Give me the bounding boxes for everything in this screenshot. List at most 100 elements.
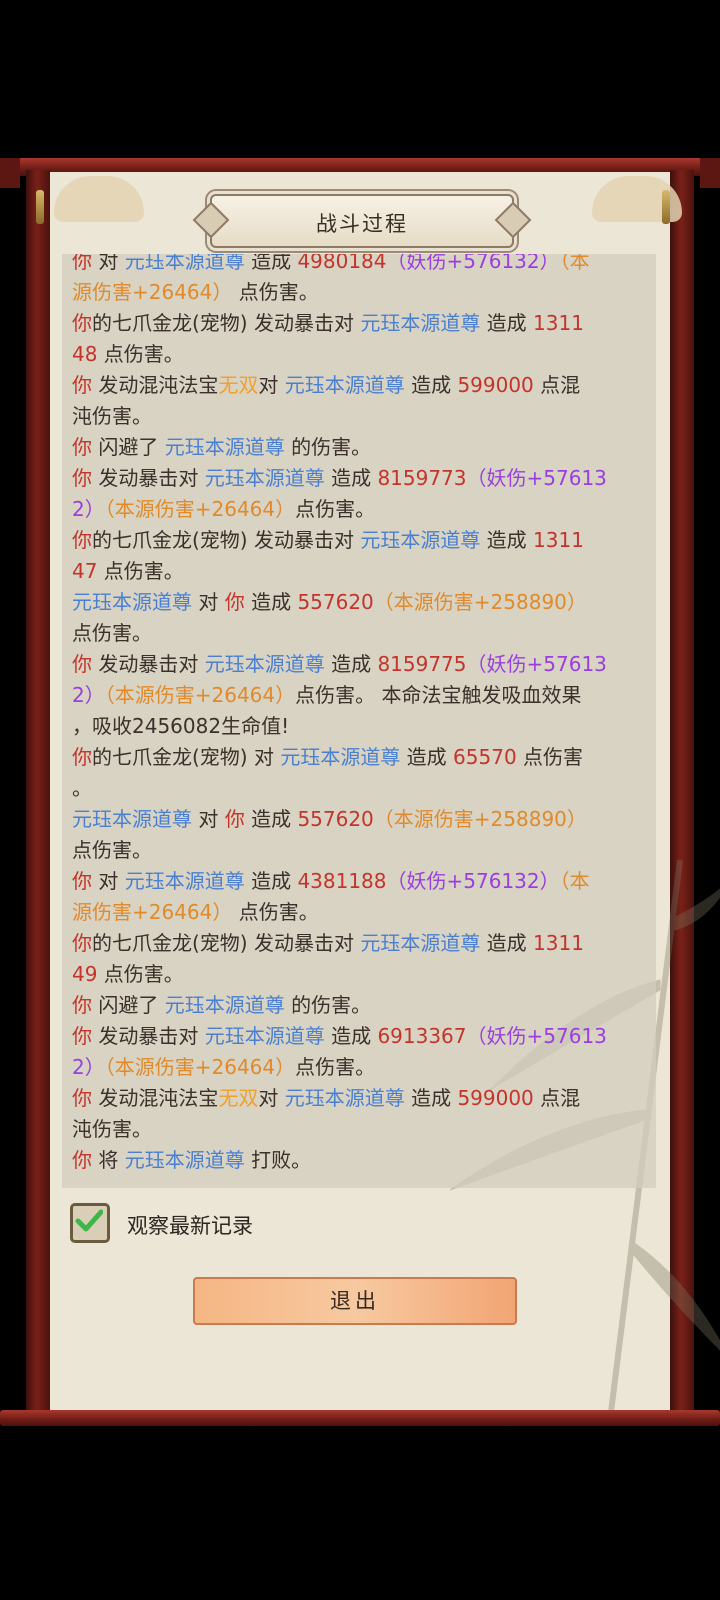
log-segment: 元珏本源道尊 xyxy=(164,993,285,1017)
log-segment: 的七爪金龙(宠物) 发动暴击对 xyxy=(92,311,361,335)
log-segment: 造成 xyxy=(244,590,298,614)
battle-log-panel[interactable]: 你 对 元珏本源道尊 造成 4980184（妖伤+576132）（本 源伤害+26… xyxy=(62,254,656,1188)
log-line: 你的七爪金龙(宠物) 发动暴击对 元珏本源道尊 造成 1311 xyxy=(72,308,650,339)
log-segment: 发动暴击对 xyxy=(92,466,205,490)
log-line: 2）（本源伤害+26464）点伤害。 xyxy=(72,1052,650,1083)
exit-button[interactable]: 退出 xyxy=(193,1277,517,1325)
log-segment: 的伤害。 xyxy=(284,435,372,459)
log-line: 点伤害。 xyxy=(72,618,650,649)
log-segment: 你 xyxy=(224,807,245,831)
checkmark-icon xyxy=(75,1209,103,1232)
log-segment: 元珏本源道尊 xyxy=(360,311,481,335)
log-segment: 对 xyxy=(92,254,125,273)
log-segment: 点伤害。 xyxy=(232,900,319,924)
log-segment: 你 xyxy=(72,528,92,552)
log-segment: 557620 xyxy=(297,590,374,614)
battle-log-list: 你 对 元珏本源道尊 造成 4980184（妖伤+576132）（本 源伤害+26… xyxy=(72,254,650,1176)
log-segment: 1311 xyxy=(533,931,584,955)
log-segment: （本源伤害+258890） xyxy=(373,807,587,831)
log-segment: 造成 xyxy=(400,745,454,769)
log-segment: 造成 xyxy=(480,528,534,552)
log-segment: 48 xyxy=(72,342,98,366)
log-line: 你 对 元珏本源道尊 造成 4381188（妖伤+576132）（本 xyxy=(72,866,650,897)
log-segment: 你 xyxy=(72,435,92,459)
title-plate: 战斗过程 xyxy=(210,194,514,248)
log-line: 沌伤害。 xyxy=(72,401,650,432)
log-segment: 你 xyxy=(224,590,245,614)
log-segment: 你 xyxy=(72,1086,92,1110)
log-segment: 点混 xyxy=(533,1086,581,1110)
log-segment: 元珏本源道尊 xyxy=(284,373,405,397)
log-segment: 发动混沌法宝 xyxy=(92,373,219,397)
log-segment: 599000 xyxy=(457,1086,534,1110)
log-segment: 557620 xyxy=(297,807,374,831)
log-segment: 造成 xyxy=(244,254,298,273)
log-segment: 造成 xyxy=(404,1086,458,1110)
log-segment: （本源伤害+26464） xyxy=(104,1055,296,1079)
log-segment: 1311 xyxy=(533,311,584,335)
log-segment: 对 xyxy=(192,807,225,831)
log-segment: 造成 xyxy=(404,373,458,397)
log-segment: 你 xyxy=(72,1148,92,1172)
log-segment: 对 xyxy=(258,373,285,397)
log-segment: 点伤害。 xyxy=(295,1055,376,1079)
log-segment: 元珏本源道尊 xyxy=(124,254,245,273)
log-segment: 1311 xyxy=(533,528,584,552)
log-segment: （本 xyxy=(559,254,590,273)
log-line: 49 点伤害。 xyxy=(72,959,650,990)
log-segment: （妖伤+576132） xyxy=(386,869,560,893)
log-segment: 元珏本源道尊 xyxy=(204,1024,325,1048)
log-segment: 造成 xyxy=(244,869,298,893)
log-segment: 沌伤害。 xyxy=(72,404,152,428)
log-segment: 你 xyxy=(72,373,92,397)
log-segment: 造成 xyxy=(480,931,534,955)
log-line: 元珏本源道尊 对 你 造成 557620（本源伤害+258890） xyxy=(72,587,650,618)
log-segment: （本源伤害+26464） xyxy=(104,497,296,521)
log-segment: 4381188 xyxy=(297,869,387,893)
log-segment: （妖伤+57613 xyxy=(466,466,607,490)
log-segment: （妖伤+57613 xyxy=(466,1024,607,1048)
log-segment: 65570 xyxy=(453,745,517,769)
scroll-rod-end-left xyxy=(0,158,20,188)
log-segment: 打败。 xyxy=(244,1148,312,1172)
log-line: 点伤害。 xyxy=(72,835,650,866)
log-segment: 发动混沌法宝 xyxy=(92,1086,219,1110)
log-line: 沌伤害。 xyxy=(72,1114,650,1145)
log-segment: 2） xyxy=(72,497,105,521)
log-line: 2）（本源伤害+26464）点伤害。 xyxy=(72,494,650,525)
watch-latest-label[interactable]: 观察最新记录 xyxy=(127,1210,253,1240)
log-line: 你 发动暴击对 元珏本源道尊 造成 8159773（妖伤+57613 xyxy=(72,463,650,494)
log-segment: 造成 xyxy=(324,466,378,490)
log-segment: 你 xyxy=(72,869,92,893)
log-segment: 点伤害。 本命法宝触发吸血效果 xyxy=(295,683,582,707)
log-segment: 的伤害。 xyxy=(284,993,372,1017)
log-segment: 点伤害。 xyxy=(232,280,319,304)
log-segment: 元珏本源道尊 xyxy=(204,466,325,490)
log-segment: 8159773 xyxy=(377,466,467,490)
log-segment: （本源伤害+26464） xyxy=(104,683,296,707)
log-line: 你的七爪金龙(宠物) 发动暴击对 元珏本源道尊 造成 1311 xyxy=(72,525,650,556)
log-segment: 造成 xyxy=(480,311,534,335)
log-segment: 的七爪金龙(宠物) 发动暴击对 xyxy=(92,528,361,552)
watch-latest-checkbox[interactable] xyxy=(70,1203,110,1243)
log-segment: 元珏本源道尊 xyxy=(204,652,325,676)
log-segment: 2） xyxy=(72,1055,105,1079)
log-segment: 元珏本源道尊 xyxy=(360,528,481,552)
log-segment: 4980184 xyxy=(297,254,387,273)
log-segment: 你 xyxy=(72,254,92,273)
log-segment: 沌伤害。 xyxy=(72,1117,152,1141)
log-segment: 对 xyxy=(258,1086,285,1110)
log-line: 你 闪避了 元珏本源道尊 的伤害。 xyxy=(72,990,650,1021)
log-segment: （本源伤害+258890） xyxy=(373,590,587,614)
log-segment: 造成 xyxy=(324,652,378,676)
page-title: 战斗过程 xyxy=(316,212,408,236)
log-line: 你 发动混沌法宝无双对 元珏本源道尊 造成 599000 点混 xyxy=(72,370,650,401)
log-segment: 点伤害。 xyxy=(97,962,184,986)
log-line: 2）（本源伤害+26464）点伤害。 本命法宝触发吸血效果 xyxy=(72,680,650,711)
log-segment: 无双 xyxy=(218,1086,259,1110)
log-segment: 发动暴击对 xyxy=(92,1024,205,1048)
log-segment: 造成 xyxy=(324,1024,378,1048)
log-line: 你 发动暴击对 元珏本源道尊 造成 8159775（妖伤+57613 xyxy=(72,649,650,680)
log-segment: 点伤害 xyxy=(516,745,584,769)
scroll-bottom-rod xyxy=(0,1410,720,1426)
